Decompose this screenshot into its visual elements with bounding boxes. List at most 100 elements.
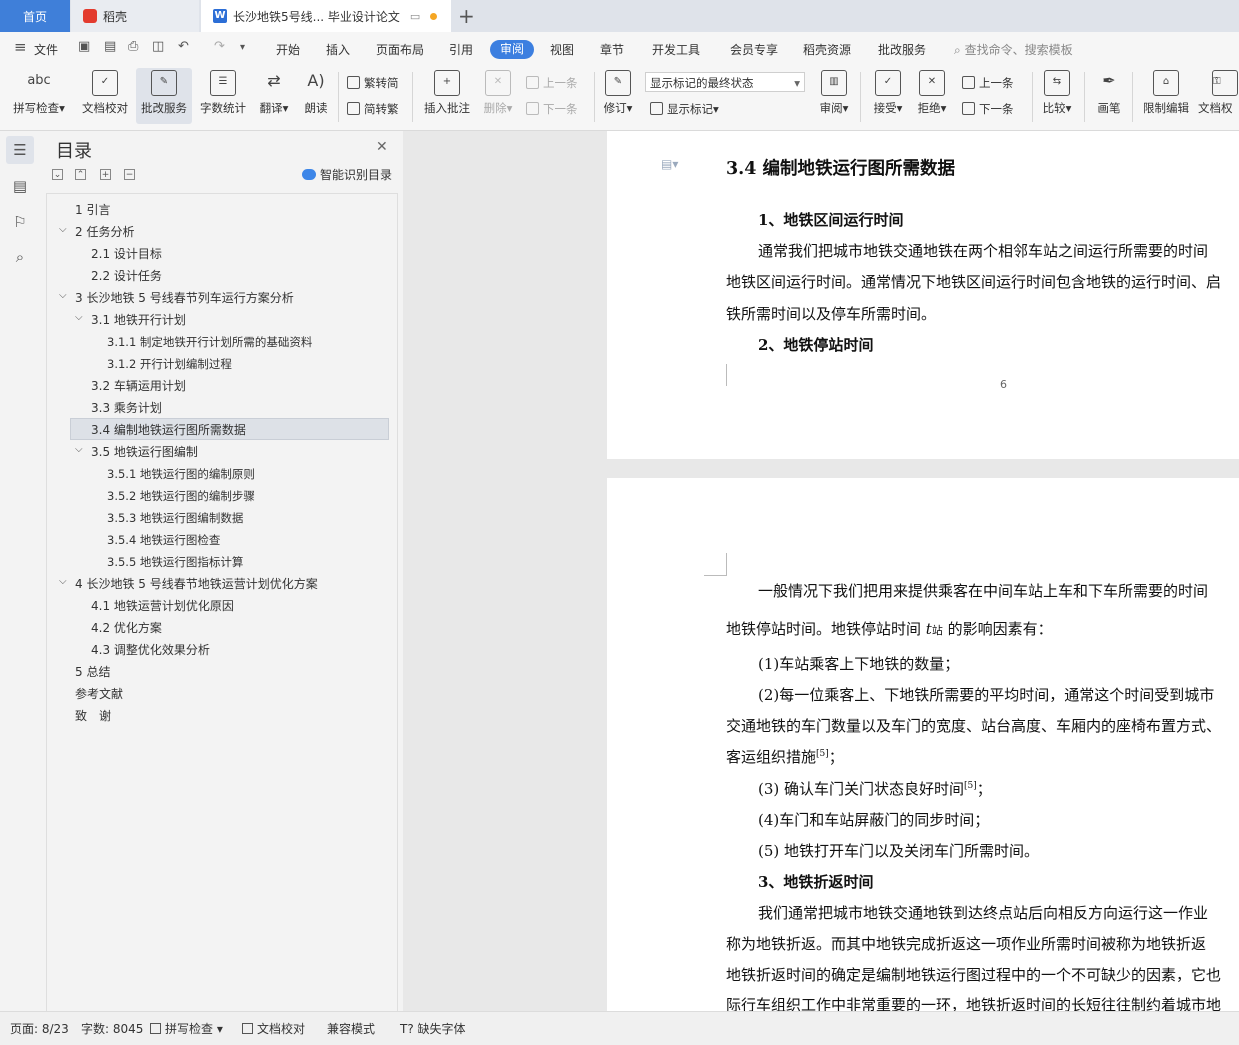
menu-view[interactable]: 视图 [550,41,574,58]
pen-button[interactable]: ✒ 画笔 [1090,68,1128,124]
menu-correction-service[interactable]: 批改服务 [878,41,926,58]
toc-item[interactable]: 2 任务分析 [75,221,134,243]
read-aloud-button[interactable]: A) 朗读 [298,68,334,124]
toc-item[interactable]: 4.2 优化方案 [91,617,162,639]
status-doc-proof[interactable]: 文档校对 [242,1020,305,1037]
toc-item[interactable]: 5 总结 [75,661,110,683]
toc-item[interactable]: 4.3 调整优化效果分析 [91,639,210,661]
next-comment-button[interactable]: 下一条 [526,101,578,117]
word-count[interactable]: 字数: 8045 [81,1020,143,1037]
doc-proof-button[interactable]: ✓ 文档校对 [78,68,132,124]
markup-state-select[interactable]: 显示标记的最终状态 [645,72,805,93]
restrict-editing-button[interactable]: ⌂ 限制编辑 [1138,68,1194,124]
collapse-all-icon[interactable]: ⌄ [52,169,63,180]
correction-service-button[interactable]: ✎ 批改服务 [136,68,192,124]
quick-access-more-icon[interactable]: ▾ [240,42,245,53]
tab-document[interactable]: W 长沙地铁5号线... 毕业设计论文 ▭ [201,0,451,32]
close-icon[interactable]: ✕ [376,139,388,155]
navigation-icon[interactable]: ▤ [11,177,29,195]
review-pane-button[interactable]: ▥ 审阅▾ [814,68,854,124]
chevron-down-icon[interactable]: ⌵ [59,576,67,587]
menu-daoke-resources[interactable]: 稻壳资源 [803,41,851,58]
preview-icon[interactable]: ◫ [152,39,164,54]
document-page[interactable]: 一般情况下我们把用来提供乘客在中间车站上车和下车所需要的时间 地铁停站时间。地铁… [607,478,1239,1011]
find-icon[interactable]: ⌕ [11,248,29,266]
toc-item[interactable]: 3 长沙地铁 5 号线春节列车运行方案分析 [75,287,294,309]
toc-item[interactable]: 2.2 设计任务 [91,265,162,287]
print-icon[interactable]: ⎙ [128,39,138,54]
citation[interactable]: [5] [964,781,977,791]
doc-permission-button[interactable]: ⚿ 文档权 [1198,68,1239,124]
menu-reference[interactable]: 引用 [449,41,473,58]
toc-item-selected[interactable]: 3.4 编制地铁运行图所需数据 [91,419,246,441]
expand-all-icon[interactable]: ⌃ [75,169,86,180]
toc-item[interactable]: 3.5.4 地铁运行图检查 [107,529,220,551]
delete-comment-button[interactable]: ✕ 删除▾ [478,68,518,124]
show-markup-button[interactable]: 显示标记▾ [650,101,719,117]
word-count-button[interactable]: ☰ 字数统计 [196,68,250,124]
smart-toc-button[interactable]: 智能识别目录 [302,166,392,183]
chevron-down-icon[interactable]: ⌵ [75,312,83,323]
menu-review[interactable]: 审阅 [490,40,534,59]
track-changes-button[interactable]: ✎ 修订▾ [598,68,638,124]
toc-item[interactable]: 1 引言 [75,199,110,221]
tab-daoke[interactable]: 稻壳 [71,0,199,32]
compare-button[interactable]: ⇆ 比较▾ [1036,68,1078,124]
command-search[interactable]: ⌕ 查找命令、搜索模板 [954,41,1073,58]
redo-icon[interactable]: ↷ [214,39,225,54]
monitor-icon[interactable]: ▭ [410,10,420,23]
toc-item[interactable]: 3.1.2 开行计划编制过程 [107,353,232,375]
trad-to-simp-button[interactable]: 繁转简 [347,75,399,91]
toc-item[interactable]: 3.5.2 地铁运行图的编制步骤 [107,485,255,507]
page-indicator[interactable]: 页面: 8/23 [10,1020,69,1037]
menu-page-layout[interactable]: 页面布局 [376,41,424,58]
toc-item[interactable]: 3.5.3 地铁运行图编制数据 [107,507,243,529]
tab-home[interactable]: 首页 [0,0,70,32]
translate-button[interactable]: ⇄ 翻译▾ [254,68,294,124]
prev-comment-button[interactable]: 上一条 [526,75,578,91]
chevron-down-icon[interactable]: ⌵ [59,224,67,235]
reject-button[interactable]: ✕ 拒绝▾ [912,68,952,124]
document-area[interactable]: ▤▾ 3.4 编制地铁运行图所需数据 1、地铁区间运行时间 通常我们把城市地铁交… [403,131,1239,1011]
toc-item[interactable]: 4.1 地铁运营计划优化原因 [91,595,234,617]
chevron-down-icon[interactable]: ⌵ [75,444,83,455]
toc-item[interactable]: 3.5.1 地铁运行图的编制原则 [107,463,255,485]
toc-item[interactable]: 3.1.1 制定地铁开行计划所需的基础资料 [107,331,312,353]
remove-heading-icon[interactable]: − [124,169,135,180]
new-tab-plus-icon[interactable]: + [458,4,475,28]
prev-change-button[interactable]: 上一条 [962,75,1014,91]
menu-member[interactable]: 会员专享 [730,41,778,58]
menu-start[interactable]: 开始 [276,41,300,58]
toc-item[interactable]: 2.1 设计目标 [91,243,162,265]
menu-file[interactable]: 文件 [34,41,58,58]
toc-item[interactable]: 3.5 地铁运行图编制 [91,441,198,463]
toc-item[interactable]: 4 长沙地铁 5 号线春节地铁运营计划优化方案 [75,573,318,595]
toc-item[interactable]: 参考文献 [75,683,123,705]
document-page[interactable]: ▤▾ 3.4 编制地铁运行图所需数据 1、地铁区间运行时间 通常我们把城市地铁交… [607,131,1239,459]
paragraph-handle-icon[interactable]: ▤▾ [661,157,678,171]
chevron-down-icon[interactable]: ⌵ [59,290,67,301]
menu-chapter[interactable]: 章节 [600,41,624,58]
next-change-button[interactable]: 下一条 [962,101,1014,117]
insert-comment-button[interactable]: + 插入批注 [420,68,474,124]
simp-to-trad-button[interactable]: 简转繁 [347,101,399,117]
add-heading-icon[interactable]: + [100,169,111,180]
toc-item[interactable]: 3.3 乘务计划 [91,397,162,419]
menu-insert[interactable]: 插入 [326,41,350,58]
save-icon[interactable]: ▣ [78,39,90,54]
outline-icon[interactable]: ☰ [6,136,34,164]
citation[interactable]: [5] [816,749,829,759]
toc-item[interactable]: 3.5.5 地铁运行图指标计算 [107,551,243,573]
bookmark-icon[interactable]: ⚐ [11,213,29,231]
accept-button[interactable]: ✓ 接受▾ [868,68,908,124]
export-pdf-icon[interactable]: ▤ [104,39,116,54]
toc-item[interactable]: 3.1 地铁开行计划 [91,309,186,331]
toc-item[interactable]: 3.2 车辆运用计划 [91,375,186,397]
spell-check-button[interactable]: abc 拼写检查▾ [6,68,72,124]
missing-font[interactable]: T? 缺失字体 [400,1020,466,1037]
menu-dev-tools[interactable]: 开发工具 [652,41,700,58]
status-spell-check[interactable]: 拼写检查 ▾ [150,1020,223,1037]
undo-icon[interactable]: ↶ [178,39,189,54]
hamburger-icon[interactable]: ≡ [14,38,27,56]
toc-item[interactable]: 致 谢 [75,705,111,727]
